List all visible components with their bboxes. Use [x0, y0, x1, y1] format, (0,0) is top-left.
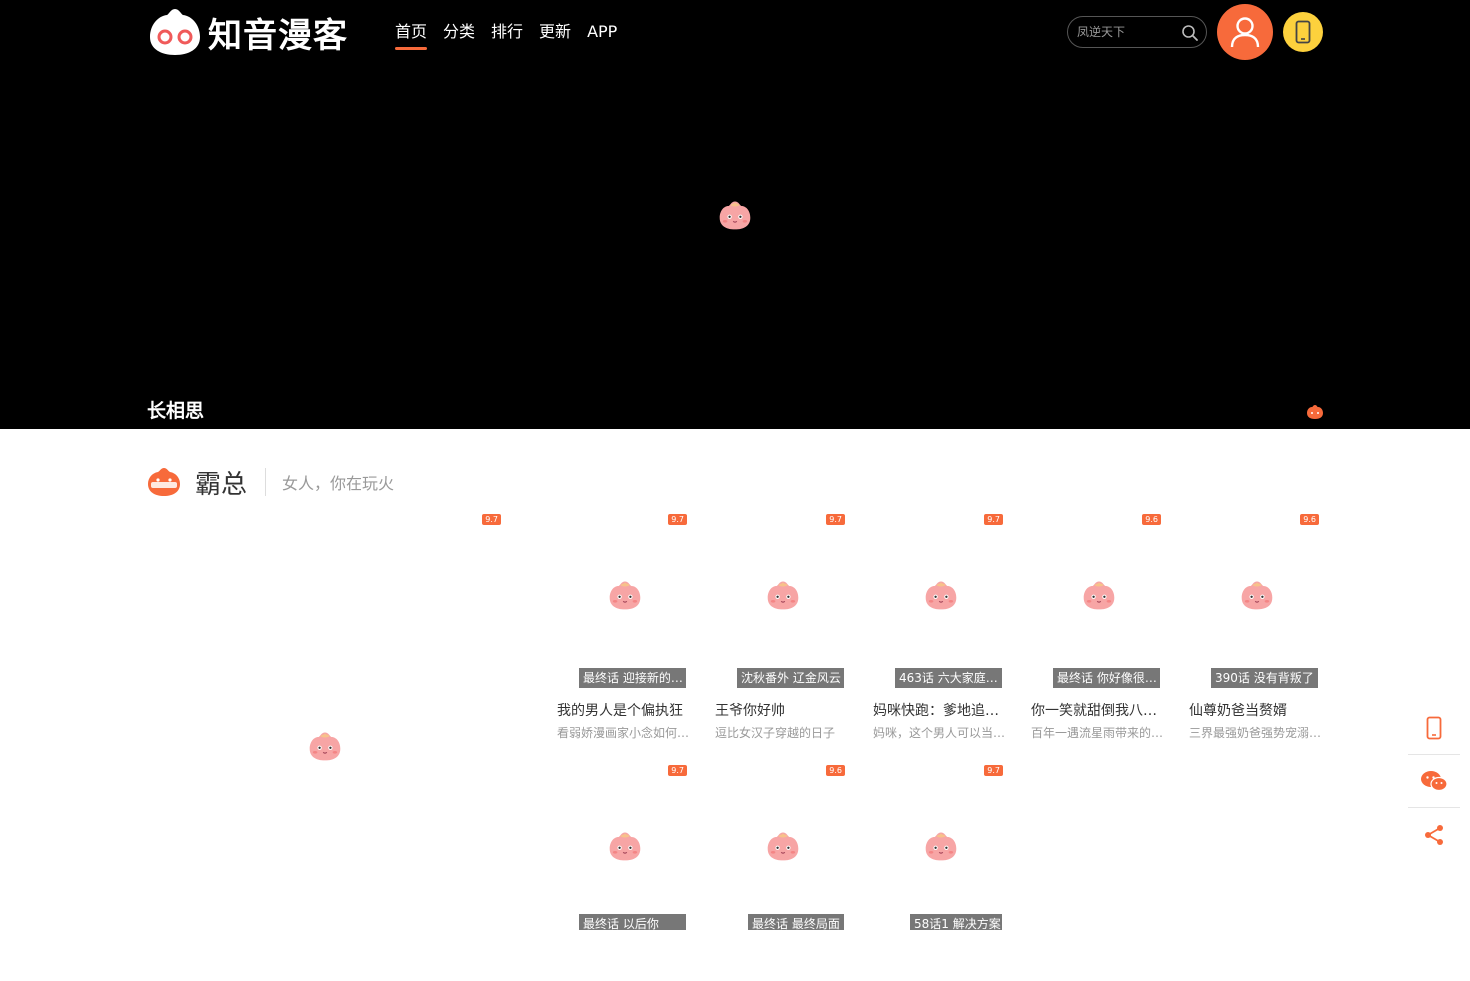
section-bun-icon — [148, 468, 180, 496]
loading-bun-icon — [1081, 578, 1117, 612]
app-download-button[interactable] — [1283, 12, 1323, 52]
comic-cover[interactable]: 9.7 最终话 以后你 — [557, 762, 691, 937]
nav-item-app[interactable]: APP — [587, 20, 617, 52]
comic-title[interactable]: 妈咪快跑：爹地追来了 — [873, 700, 1007, 720]
search-box — [1067, 16, 1207, 48]
phone-icon — [1295, 20, 1311, 44]
comic-desc: 逗比女汉子穿越的日子 — [715, 726, 836, 740]
comic-title[interactable]: 王爷你好帅 — [715, 700, 849, 720]
main-nav: 首页 分类 排行 更新 APP — [395, 20, 633, 52]
section-header: 霸总 女人，你在玩火 — [147, 464, 394, 500]
comic-card[interactable]: 9.7 58话1 解决方案 — [873, 762, 1007, 937]
loading-bun-icon — [1239, 578, 1275, 612]
score-badge: 9.7 — [668, 514, 687, 525]
comic-title[interactable]: 我的男人是个偏执狂 — [557, 700, 691, 720]
comic-cover[interactable]: 9.7 58话1 解决方案 — [873, 762, 1007, 937]
score-badge: 9.7 — [984, 765, 1003, 776]
user-icon — [1230, 17, 1260, 48]
nav-item-update[interactable]: 更新 — [539, 20, 571, 52]
score-badge: 9.6 — [1142, 514, 1161, 525]
hero-banner[interactable]: 长相思 — [0, 64, 1470, 429]
latest-chapter-label[interactable]: 沈秋番外 辽金风云 — [737, 668, 844, 688]
comic-cover[interactable]: 9.7 最终话 迎接新的开始 — [557, 511, 691, 688]
featured-comic-card[interactable]: 9.7 — [147, 511, 501, 981]
search-input[interactable] — [1077, 25, 1181, 39]
nav-item-home[interactable]: 首页 — [395, 20, 428, 52]
banner-title[interactable]: 长相思 — [147, 396, 204, 423]
comic-card[interactable]: 9.7 最终话 以后你 — [557, 762, 691, 937]
comic-title[interactable]: 仙尊奶爸当赘婿 — [1189, 700, 1323, 720]
latest-chapter-label[interactable]: 463话 六大家庭决战 — [895, 668, 1002, 688]
loading-bun-icon — [307, 729, 343, 763]
comic-card[interactable]: 9.6 390话 没有背叛了 仙尊奶爸当赘婿 三界最强奶爸强势宠溺娇妻 — [1189, 511, 1323, 741]
section-subtitle: 女人，你在玩火 — [282, 474, 395, 493]
comic-card[interactable]: 9.7 沈秋番外 辽金风云 王爷你好帅 逗比女汉子穿越的日子 — [715, 511, 849, 741]
user-login-button[interactable] — [1217, 4, 1273, 60]
loading-bun-icon — [765, 829, 801, 863]
comic-cover[interactable]: 9.6 390话 没有背叛了 — [1189, 511, 1323, 688]
score-badge: 9.7 — [482, 514, 501, 525]
comic-desc: 妈咪，这个男人可以当爹地吗 — [873, 726, 1007, 740]
comic-cover[interactable]: 9.6 最终话 最终局面 — [715, 762, 849, 937]
wechat-icon — [1421, 771, 1448, 792]
comic-cover[interactable]: 9.6 最终话 你好像很爱我 — [1031, 511, 1165, 688]
comic-desc: 百年一遇流星雨带来的缘分 — [1031, 726, 1165, 740]
score-badge: 9.6 — [826, 765, 845, 776]
nav-item-rank[interactable]: 排行 — [491, 20, 523, 52]
side-tool-app[interactable] — [1408, 702, 1460, 755]
score-badge: 9.7 — [668, 765, 687, 776]
latest-chapter-label[interactable]: 最终话 以后你 — [579, 914, 686, 930]
latest-chapter-label[interactable]: 最终话 你好像很爱我 — [1053, 668, 1160, 688]
loading-bun-icon — [717, 198, 753, 232]
score-badge: 9.7 — [984, 514, 1003, 525]
comic-cover[interactable]: 9.7 463话 六大家庭决战 — [873, 511, 1007, 688]
comic-card[interactable]: 9.6 最终话 你好像很爱我 你一笑就甜倒我八颗牙 百年一遇流星雨带来的缘分 — [1031, 511, 1165, 741]
score-badge: 9.6 — [1300, 514, 1319, 525]
latest-chapter-label[interactable]: 最终话 最终局面 — [748, 914, 844, 930]
logo-text: 知音漫客 — [208, 15, 348, 56]
loading-bun-icon — [765, 578, 801, 612]
site-logo[interactable]: 知音漫客 — [148, 6, 358, 58]
search-icon[interactable] — [1180, 23, 1200, 43]
comic-card[interactable]: 9.7 最终话 迎接新的开始 我的男人是个偏执狂 看弱娇漫画家小念如何被偏执狂宠 — [557, 511, 691, 741]
loading-bun-icon — [923, 578, 959, 612]
section-divider — [265, 468, 267, 496]
section-title: 霸总 — [195, 469, 248, 500]
loading-bun-icon — [923, 829, 959, 863]
phone-icon — [1426, 716, 1442, 740]
top-header: 知音漫客 首页 分类 排行 更新 APP — [0, 0, 1470, 64]
side-tool-share[interactable] — [1408, 808, 1460, 861]
side-tool-wechat[interactable] — [1408, 755, 1460, 808]
latest-chapter-label[interactable]: 390话 没有背叛了 — [1211, 668, 1318, 688]
latest-chapter-label[interactable]: 最终话 迎接新的开始 — [579, 668, 686, 688]
logo-bun-icon — [150, 9, 200, 55]
comic-card[interactable]: 9.7 463话 六大家庭决战 妈咪快跑：爹地追来了 妈咪，这个男人可以当爹地吗 — [873, 511, 1007, 741]
comic-card[interactable]: 9.6 最终话 最终局面 — [715, 762, 849, 937]
nav-item-category[interactable]: 分类 — [443, 20, 475, 52]
carousel-indicator-icon[interactable] — [1306, 404, 1324, 420]
comic-desc: 看弱娇漫画家小念如何被偏执狂宠 — [557, 726, 691, 740]
comic-desc: 三界最强奶爸强势宠溺娇妻 — [1189, 726, 1323, 740]
share-icon — [1425, 824, 1443, 845]
loading-bun-icon — [607, 829, 643, 863]
latest-chapter-label[interactable]: 58话1 解决方案 — [910, 914, 1002, 930]
comic-title[interactable]: 你一笑就甜倒我八颗牙 — [1031, 700, 1165, 720]
comic-cover[interactable]: 9.7 沈秋番外 辽金风云 — [715, 511, 849, 688]
score-badge: 9.7 — [826, 514, 845, 525]
side-toolbar — [1408, 702, 1460, 861]
loading-bun-icon — [607, 578, 643, 612]
